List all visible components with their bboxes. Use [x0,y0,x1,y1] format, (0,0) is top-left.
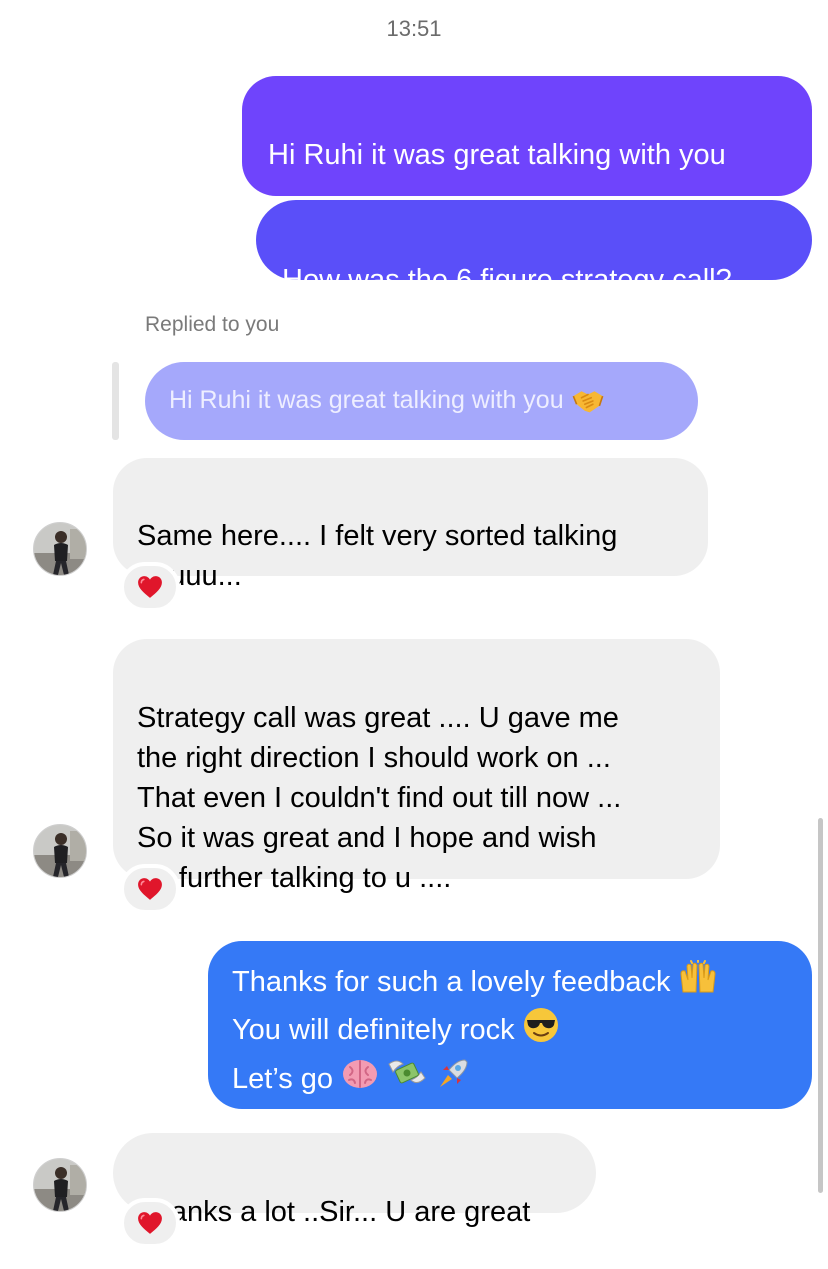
heart-icon [137,877,163,901]
avatar[interactable] [33,522,87,576]
received-message-bubble[interactable]: Same here.... I felt very sorted talking… [113,458,708,592]
quoted-text: Hi Ruhi it was great talking with you [169,386,564,414]
message-text: Thanks a lot ..Sir... U are great [137,1196,531,1228]
heart-icon [137,1211,163,1235]
heart-reaction[interactable] [120,562,180,612]
heart-reaction[interactable] [120,864,180,914]
reply-indicator-bar [112,362,119,440]
message-text: How was the 6 figure strategy call? [282,264,732,296]
message-text: You will definitely rock [232,1014,515,1047]
received-message-bubble[interactable]: Strategy call was great .... U gave me t… [113,639,720,894]
heart-reaction[interactable] [120,1198,180,1248]
message-text: Same here.... I felt very sorted talking… [137,520,618,592]
message-text: Let’s go [232,1063,334,1096]
heart-icon [137,575,163,599]
message-text: Hi Ruhi it was great talking with you [268,139,726,171]
message-text: Strategy call was great .... U gave me t… [137,702,622,894]
handshake-icon [571,388,605,414]
money-with-wings-icon [387,1056,427,1105]
timestamp: 13:51 [386,16,442,41]
sunglasses-face-icon [523,1007,559,1056]
avatar[interactable] [33,1158,87,1212]
received-message-bubble[interactable]: Thanks a lot ..Sir... U are great [113,1133,596,1228]
quoted-message[interactable]: Hi Ruhi it was great talking with you [145,362,698,440]
sent-message-bubble[interactable]: How was the 6 figure strategy call? [256,200,812,296]
reply-label: Replied to you [145,313,280,336]
sent-message-bubble[interactable]: Hi Ruhi it was great talking with you [242,76,812,196]
sent-message-bubble[interactable]: Thanks for such a lovely feedback You wi… [208,941,812,1109]
message-text: Thanks for such a lovely feedback [232,966,671,999]
raising-hands-icon [679,959,717,1007]
brain-icon [341,1057,379,1104]
avatar[interactable] [33,824,87,878]
rocket-icon [435,1056,471,1105]
scrollbar[interactable] [818,818,823,1193]
